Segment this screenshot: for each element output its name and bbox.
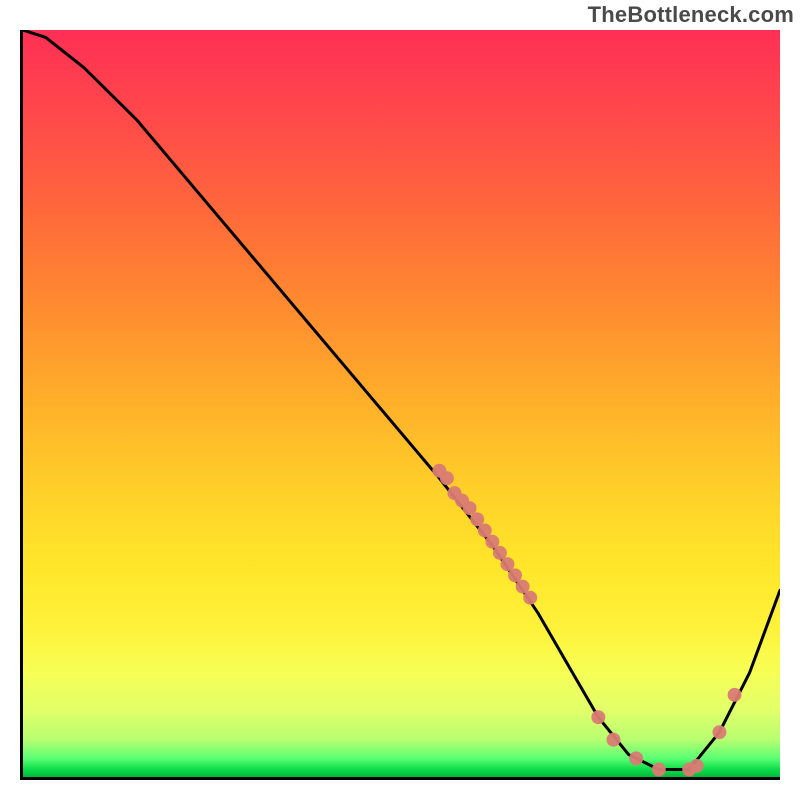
watermark-label: TheBottleneck.com	[588, 2, 794, 28]
recommended-point	[591, 710, 605, 724]
chart-container: TheBottleneck.com	[0, 0, 800, 800]
bottleneck-curve-path	[23, 30, 780, 770]
recommended-points-group	[432, 464, 741, 777]
chart-overlay	[23, 30, 780, 777]
recommended-point	[652, 763, 666, 777]
recommended-point	[440, 471, 454, 485]
recommended-point	[712, 725, 726, 739]
recommended-point	[523, 591, 537, 605]
plot-area	[20, 30, 780, 780]
recommended-point	[629, 751, 643, 765]
recommended-point	[606, 733, 620, 747]
recommended-point	[690, 759, 704, 773]
recommended-point	[728, 688, 742, 702]
